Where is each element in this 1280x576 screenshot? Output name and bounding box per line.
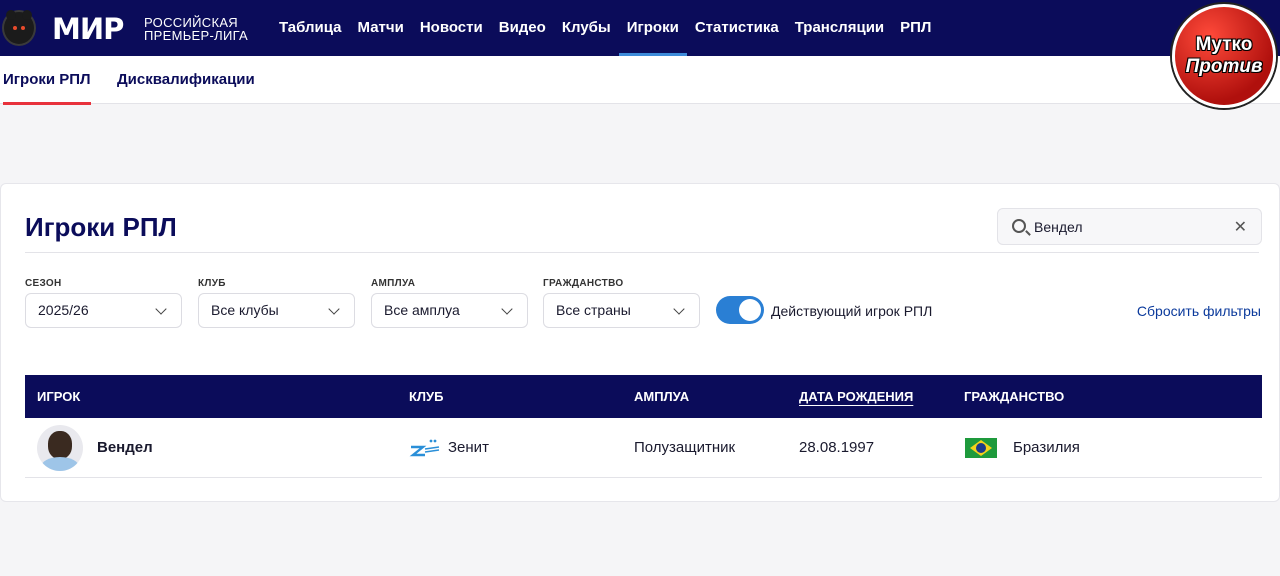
nav-item-news[interactable]: Новости [412,0,491,56]
nav-item-players[interactable]: Игроки [618,0,687,56]
tab-disqualifications[interactable]: Дисквалификации [117,56,255,104]
filter-label-club: КЛУБ [198,278,226,289]
player-citizenship: Бразилия [1013,439,1080,456]
filter-label-position: АМПЛУА [371,278,416,289]
column-header-player: ИГРОК [37,389,81,404]
toggle-knob [739,299,761,321]
column-header-birth-date[interactable]: ДАТА РОЖДЕНИЯ [799,375,913,418]
season-select-value: 2025/26 [38,302,89,318]
search-input[interactable] [1034,209,1224,244]
club-select[interactable]: Все клубы [198,293,355,328]
active-player-toggle-label: Действующий игрок РПЛ [771,303,933,319]
close-icon[interactable]: ✕ [1234,217,1247,237]
table-row[interactable]: Вендел Зенит Полузащитник 28.08.1997 Бра… [25,418,1262,478]
nav-item-statistics[interactable]: Статистика [687,0,787,56]
title-divider [25,252,1259,253]
nav-item-video[interactable]: Видео [491,0,554,56]
main-nav: Таблица Матчи Новости Видео Клубы Игроки… [271,0,939,56]
position-select[interactable]: Все амплуа [371,293,528,328]
logo-subtitle: РОССИЙСКАЯ ПРЕМЬЕР-ЛИГА [144,16,248,42]
search-box[interactable]: ✕ [997,208,1262,245]
nav-item-clubs[interactable]: Клубы [554,0,619,56]
sub-nav-bar: Игроки РПЛ Дисквалификации [0,56,1280,105]
citizenship-select[interactable]: Все страны [543,293,700,328]
avatar [37,425,83,471]
active-player-toggle[interactable] [716,296,764,324]
filter-label-citizenship: ГРАЖДАНСТВО [543,278,624,289]
column-header-position: АМПЛУА [634,389,690,404]
column-header-club: КЛУБ [409,389,444,404]
mutko-protiv-badge: Мутко Против [1172,4,1276,108]
badge-line1: Мутко [1195,34,1253,55]
filter-label-season: СЕЗОН [25,278,62,289]
column-header-citizenship: ГРАЖДАНСТВО [964,389,1065,404]
rpl-bear-logo-icon[interactable] [2,10,36,46]
top-nav-bar: МИР РОССИЙСКАЯ ПРЕМЬЕР-ЛИГА Таблица Матч… [0,0,1280,56]
chevron-down-icon [328,303,340,315]
tab-rpl-players[interactable]: Игроки РПЛ [3,56,91,105]
player-position: Полузащитник [634,439,736,456]
nav-item-rpl[interactable]: РПЛ [892,0,939,56]
zenit-logo-icon [409,439,440,457]
logo-mir-text[interactable]: МИР [52,12,124,46]
position-select-value: Все амплуа [384,302,460,318]
players-card: Игроки РПЛ ✕ СЕЗОН 2025/26 КЛУБ Все клуб… [0,183,1280,502]
club-select-value: Все клубы [211,302,279,318]
logo-subtitle-line2: ПРЕМЬЕР-ЛИГА [144,28,249,43]
reset-filters-link[interactable]: Сбросить фильтры [1137,303,1261,319]
badge-line2: Против [1185,56,1263,77]
brazil-flag-icon [965,438,997,458]
player-name[interactable]: Вендел [97,418,153,478]
nav-item-matches[interactable]: Матчи [350,0,412,56]
player-birth-date: 28.08.1997 [799,439,875,456]
search-icon [1012,219,1026,233]
nav-item-broadcasts[interactable]: Трансляции [787,0,892,56]
page-title: Игроки РПЛ [25,212,177,242]
chevron-down-icon [155,303,167,315]
chevron-down-icon [673,303,685,315]
citizenship-select-value: Все страны [556,302,631,318]
player-club[interactable]: Зенит [448,418,489,478]
season-select[interactable]: 2025/26 [25,293,182,328]
nav-item-table[interactable]: Таблица [271,0,350,56]
chevron-down-icon [501,303,513,315]
table-header: ИГРОК КЛУБ АМПЛУА ДАТА РОЖДЕНИЯ ГРАЖДАНС… [25,375,1262,418]
